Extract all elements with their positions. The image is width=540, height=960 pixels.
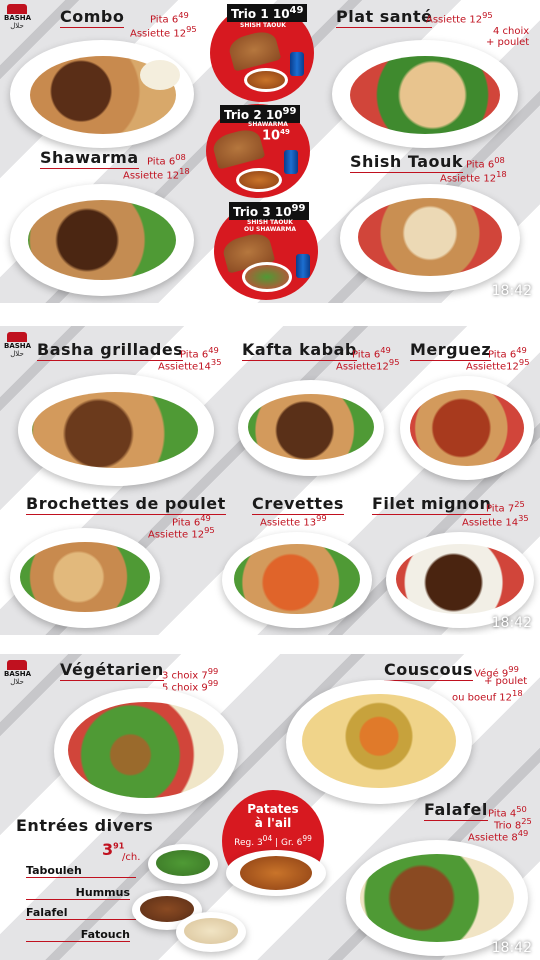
- filet-assiette-price: Assiette 1435: [462, 513, 529, 529]
- crevettes-plate: [222, 532, 372, 628]
- trio2-price: 1049: [262, 128, 290, 144]
- soda-can-icon: [284, 150, 298, 174]
- patates-prices: Reg. 304 | Gr. 699: [234, 834, 312, 848]
- entree-fatouch: Fatouch: [26, 928, 130, 942]
- timestamp: 18:42: [491, 615, 532, 631]
- crevettes-assiette-price: Assiette 1399: [260, 513, 327, 529]
- potatoes-icon: [236, 168, 282, 192]
- falafel-plate: [346, 840, 528, 956]
- entree-hummus: Hummus: [26, 886, 130, 900]
- basha-logo: BASHA حلال: [4, 660, 31, 686]
- brochettes-plate: [10, 528, 160, 628]
- timestamp: 18:42: [491, 940, 532, 956]
- entree-falafel: Falafel: [26, 906, 136, 920]
- falafel-title: Falafel: [424, 800, 488, 821]
- basha-logo: BASHA حلال: [4, 332, 31, 358]
- chef-hat-icon: [7, 4, 27, 14]
- shawarma-plate: [10, 184, 194, 296]
- shawarma-assiette-price: Assiette 1218: [123, 166, 190, 182]
- plat-sante-title: Plat santé: [336, 7, 433, 28]
- merguez-assiette-price: Assiette1295: [466, 357, 530, 373]
- hummus-bowl: [176, 912, 246, 952]
- brochettes-assiette-price: Assiette 1295: [148, 525, 215, 541]
- grillades-assiette-price: Assiette1435: [158, 357, 222, 373]
- menu-board-grillades: BASHA حلال Basha grillades Pita 649 Assi…: [0, 326, 540, 635]
- combo-assiette-price: Assiette 1295: [130, 24, 197, 40]
- shish-taouk-plate: [340, 184, 520, 292]
- entrees-price: 391: [102, 840, 125, 859]
- crevettes-title: Crevettes: [252, 494, 344, 515]
- combo-title: Combo: [60, 7, 125, 28]
- wrap-icon: [210, 126, 266, 170]
- falafel-assiette-price: Assiette 849: [468, 828, 529, 844]
- couscous-boeuf-price: ou boeuf 1218: [452, 688, 523, 704]
- vegetarien-plate: [54, 688, 238, 814]
- chef-hat-icon: [7, 332, 27, 342]
- merguez-plate: [400, 376, 534, 480]
- trio3-sub: SHISH TAOUK OU SHAWARMA: [244, 219, 297, 233]
- potatoes-icon: [244, 68, 288, 92]
- grillades-plate: [18, 374, 214, 486]
- kafta-assiette-price: Assiette1295: [336, 357, 400, 373]
- shish-taouk-assiette-price: Assiette 1218: [440, 169, 507, 185]
- filet-title: Filet mignon: [372, 494, 492, 515]
- kafta-plate: [238, 380, 384, 476]
- trio1-label: Trio 1 1049: [227, 4, 308, 22]
- entrees-unit: /ch.: [122, 852, 141, 863]
- salad-icon: [242, 262, 292, 292]
- couscous-plate: [286, 680, 472, 804]
- trio3-label: Trio 3 1099: [229, 202, 310, 220]
- menu-board-vegetarien: BASHA حلال Végétarien 3 choix 799 5 choi…: [0, 654, 540, 960]
- entrees-title: Entrées divers: [16, 816, 154, 835]
- tabouleh-bowl: [148, 844, 218, 884]
- plat-sante-plate: [332, 40, 518, 148]
- basha-logo: BASHA حلال: [4, 4, 31, 30]
- timestamp: 18:42: [491, 283, 532, 299]
- combo-plate: [10, 40, 194, 148]
- couscous-title: Couscous: [384, 660, 474, 681]
- trio2-sub: SHAWARMA: [248, 121, 288, 128]
- couscous-poulet: + poulet: [484, 676, 528, 687]
- patates-plate: [226, 850, 326, 896]
- chef-hat-icon: [7, 660, 27, 670]
- soda-can-icon: [290, 52, 304, 76]
- trio1-sub: SHISH TAOUK: [240, 22, 286, 29]
- entree-tabouleh: Tabouleh: [26, 864, 136, 878]
- plat-sante-assiette-price: Assiette 1295: [426, 10, 493, 26]
- vegetarien-title: Végétarien: [60, 660, 164, 681]
- filet-plate: [386, 532, 534, 628]
- brochettes-title: Brochettes de poulet: [26, 494, 226, 515]
- plat-sante-note: 4 choix + poulet: [486, 26, 530, 48]
- menu-board-sandwiches: BASHA حلال Combo Pita 649 Assiette 1295 …: [0, 0, 540, 303]
- wrap-icon: [226, 28, 282, 72]
- soda-can-icon: [296, 254, 310, 278]
